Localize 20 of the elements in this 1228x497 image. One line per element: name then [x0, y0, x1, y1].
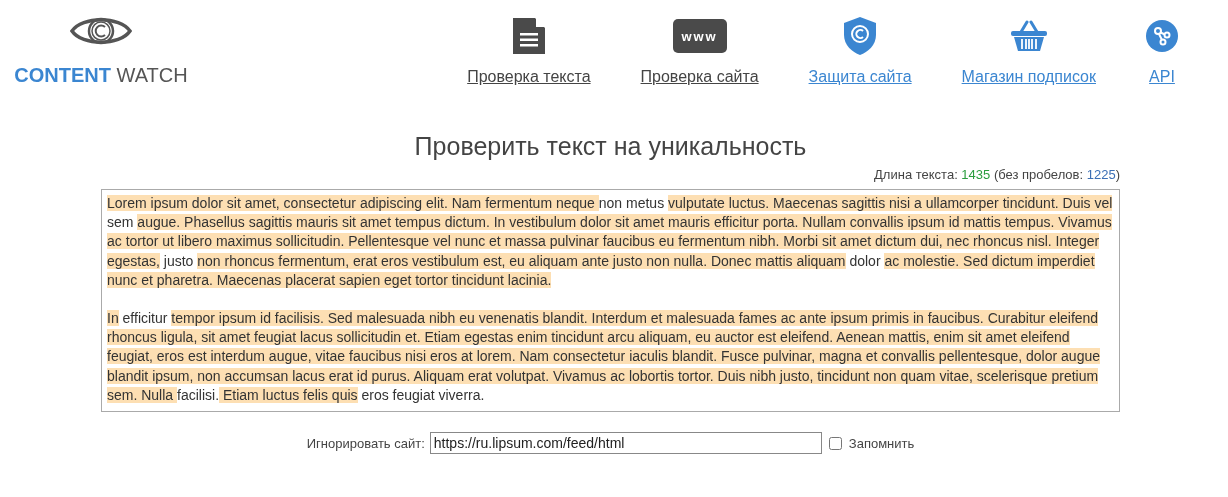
text-area[interactable]: [101, 189, 1120, 413]
url-field[interactable]: https://ru.lipsum.com/feed/html: [429, 432, 822, 455]
ignore-label: Игнорировать сайт:: [306, 435, 425, 451]
nav-link[interactable]: Проверка текста: [467, 68, 591, 86]
basket-icon: [1010, 20, 1047, 52]
logo-text: CONTENT WATCH: [14, 64, 188, 87]
shield-icon: [844, 17, 877, 55]
text-length: Длина текста: 1435 (без пробелов: 1225): [873, 167, 1120, 182]
text-paragraph: In efficitur tempor ipsum id facilisis. Sed malesuada nibh eu venenatis blandit. Interdum et malesuada fames ac ante ipsum primis in faucibus. Curabitur eleifend rhoncus ligula, sit amet feugiat lacus sollicitudin et. Etiam egestas enim tincidunt arcu aliquam, eu auctor est eleifend. Aenean mattis, enim sit amet eleifend feugiat, eros est interdum augue, vitae faucibus nisi eros at lorem. Nam consectetur iaculis blandit. Fusce pulvinar, magna et convallis pellentesque, dolor augue blandit ipsum, non accumsan lacus erat id purus. Aliquam erat volutpat. Vivamus ac lobortis tortor. Duis nibh justo, tincidunt non quam vitae, scelerisque pretium sem. Nulla facilisi. Etiam luctus felis quis eros feugiat viverra.: [107, 309, 1101, 405]
page-title: Проверить текст на уникальность: [413, 132, 808, 161]
document-icon: [512, 18, 545, 54]
nav-link[interactable]: Защита сайта: [808, 68, 912, 86]
www-icon: www: [672, 19, 727, 53]
remember-checkbox[interactable]: [828, 436, 842, 450]
api-icon: [1146, 20, 1178, 52]
nav-link[interactable]: API: [1149, 68, 1175, 86]
nav-link[interactable]: Магазин подписок: [961, 68, 1096, 86]
nav-link[interactable]: Проверка сайта: [640, 68, 759, 86]
text-paragraph: Lorem ipsum dolor sit amet, consectetur adipiscing elit. Nam fermentum neque non metus vulputate luctus. Maecenas sagittis nisi a ullamcorper tincidunt. Duis vel sem augue. Phasellus sagittis mauris sit amet tempus dictum. In vestibulum dolor sit amet mauris efficitur porta. Nullam convallis ipsum id mattis tempus. Vivamus ac tortor ut libero maximus sollicitudin. Pellentesque vel nunc et massa pulvinar faucibus eu fermentum nibh. Morbi sit amet dictum dui, nec rhoncus nisl. Integer egestas, justo non rhoncus fermentum, erat eros vestibulum est, eu aliquam ante justo non nulla. Donec mattis aliquam dolor ac molestie. Sed dictum imperdiet nunc et pharetra. Maecenas placerat sapien eget tortor tincidunt lacinia.: [107, 194, 1114, 290]
remember-label: Запомнить: [848, 435, 915, 451]
